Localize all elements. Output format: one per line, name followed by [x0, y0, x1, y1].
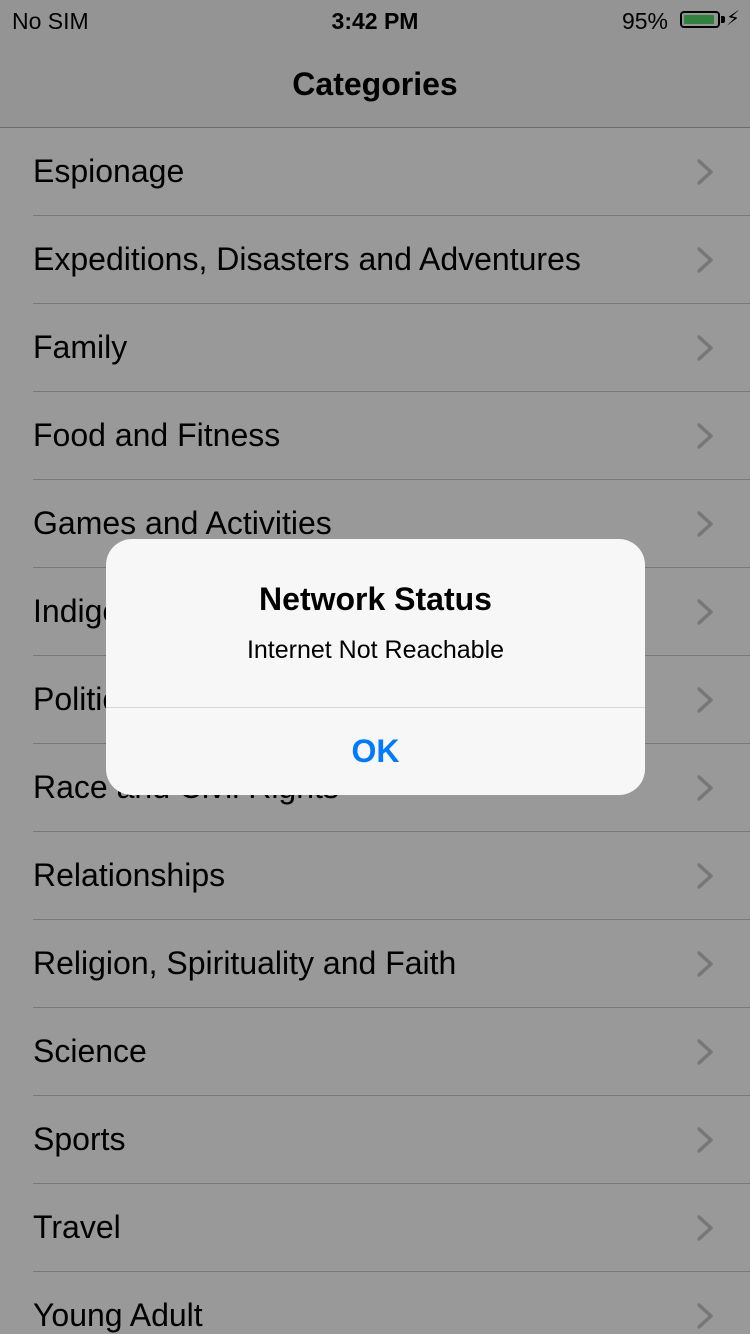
alert-dialog: Network Status Internet Not Reachable OK: [106, 539, 645, 795]
alert-title: Network Status: [259, 581, 492, 617]
ok-button[interactable]: OK: [106, 708, 645, 795]
alert-message: Internet Not Reachable: [246, 636, 505, 664]
screen: No SIM 3:42 PM 95% ⚡ Categories Espionag…: [0, 0, 750, 1334]
